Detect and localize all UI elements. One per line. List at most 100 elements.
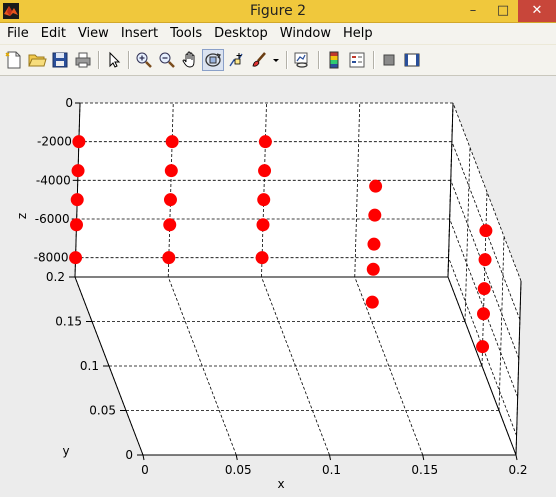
brush-button[interactable] — [249, 50, 269, 70]
hand-icon — [182, 51, 195, 68]
z-tick-label: -6000 — [35, 212, 70, 226]
data-point — [258, 135, 272, 149]
data-point — [365, 295, 379, 309]
link-plot-icon — [294, 52, 308, 68]
data-point — [257, 193, 271, 207]
data-cursor-icon — [229, 53, 243, 67]
toolbar-separator — [128, 51, 130, 69]
x-tick-mark — [515, 454, 518, 461]
zoom-out-icon — [159, 52, 175, 68]
data-point — [163, 193, 177, 207]
toolbar-separator — [98, 51, 100, 69]
data-point — [367, 237, 381, 251]
x-tick-mark — [142, 454, 145, 461]
zoom-in-icon — [136, 52, 152, 68]
pan-button[interactable] — [180, 50, 200, 70]
hide-tools-icon — [383, 54, 395, 66]
menu-file[interactable]: File — [0, 23, 35, 44]
minimize-icon[interactable]: – — [458, 0, 488, 22]
figure-canvas[interactable]: 0 0.05 0.1 0.15 0.2 0 0.05 0.1 0.15 0.2 -8000 -6000… — [0, 76, 556, 497]
hide-plot-tools-button[interactable] — [379, 50, 399, 70]
axes-back-panels — [75, 103, 521, 455]
z-tick-label: 0 — [65, 96, 73, 110]
toolbar-separator — [286, 51, 288, 69]
zoom-out-button[interactable] — [157, 50, 177, 70]
x-axis-label: x — [277, 477, 284, 491]
rotate-3d-button[interactable] — [202, 49, 224, 71]
menu-edit[interactable]: Edit — [35, 23, 72, 44]
menu-bar: File Edit View Insert Tools Desktop Wind… — [0, 23, 556, 44]
data-point — [162, 251, 176, 265]
z-axis-label: z — [15, 213, 29, 219]
data-point — [477, 282, 491, 296]
new-figure-button[interactable] — [4, 50, 24, 70]
plot-3d[interactable]: 0 0.05 0.1 0.15 0.2 0 0.05 0.1 0.15 0.2 -8000 -6000… — [0, 76, 556, 497]
data-point — [366, 262, 380, 276]
data-point — [369, 179, 383, 193]
data-point — [256, 218, 270, 232]
floppy-disk-icon — [52, 52, 68, 68]
toolbar-separator — [318, 51, 320, 69]
x-tick-label: 0.1 — [322, 463, 341, 477]
z-tick-label: -4000 — [36, 173, 71, 187]
x-tick-mark — [235, 454, 238, 461]
brush-icon — [252, 52, 266, 67]
insert-colorbar-button[interactable] — [324, 50, 344, 70]
data-point — [164, 164, 178, 178]
toolbar-separator — [373, 51, 375, 69]
printer-icon — [75, 52, 91, 68]
data-point — [72, 135, 86, 149]
data-point — [258, 164, 272, 178]
y-tick-label: 0.2 — [46, 270, 65, 284]
menu-help[interactable]: Help — [337, 23, 379, 44]
data-point — [477, 307, 490, 321]
y-tick-label: 0.15 — [55, 315, 82, 329]
y-axis-label: y — [62, 444, 69, 458]
data-cursor-button[interactable] — [226, 50, 246, 70]
x-tick-mark — [329, 454, 331, 461]
save-figure-button[interactable] — [50, 50, 70, 70]
menu-desktop[interactable]: Desktop — [208, 23, 274, 44]
insert-legend-button[interactable] — [347, 50, 367, 70]
data-point — [478, 253, 492, 267]
z-tick-label: -2000 — [37, 135, 72, 149]
show-tools-icon — [404, 53, 420, 67]
x-tick-label: 0 — [141, 463, 149, 477]
x-tick-mark — [422, 454, 425, 461]
menu-insert[interactable]: Insert — [115, 23, 164, 44]
x-tick-label: 0.15 — [411, 463, 438, 477]
title-bar[interactable]: Figure 2 – □ ✕ — [0, 0, 556, 23]
data-point — [71, 164, 85, 178]
link-plot-button[interactable] — [292, 50, 312, 70]
figure-toolbar — [0, 45, 556, 76]
x-tick-label: 0.05 — [225, 463, 252, 477]
menu-window[interactable]: Window — [274, 23, 337, 44]
folder-open-icon — [28, 54, 47, 67]
data-point — [163, 218, 177, 232]
show-plot-tools-button[interactable] — [402, 50, 422, 70]
data-point — [70, 193, 84, 207]
y-tick-label: 0.05 — [89, 404, 116, 418]
new-document-icon — [5, 51, 21, 69]
legend-icon — [349, 52, 365, 68]
maximize-icon[interactable]: □ — [488, 0, 518, 22]
menu-view[interactable]: View — [72, 23, 115, 44]
data-point — [479, 224, 493, 238]
open-file-button[interactable] — [27, 50, 47, 70]
brush-dropdown-button[interactable] — [270, 50, 282, 70]
close-icon[interactable]: ✕ — [518, 0, 556, 22]
zoom-in-button[interactable] — [134, 50, 154, 70]
rotate-3d-icon — [205, 53, 222, 67]
edit-plot-button[interactable] — [104, 50, 124, 70]
data-point — [476, 340, 490, 354]
z-tick-label: -8000 — [34, 251, 69, 265]
data-point — [165, 135, 179, 149]
menu-tools[interactable]: Tools — [164, 23, 208, 44]
data-point — [70, 218, 83, 232]
y-tick-label: 0 — [125, 448, 133, 462]
arrow-pointer-icon — [109, 51, 121, 68]
print-figure-button[interactable] — [73, 50, 93, 70]
colorbar-icon — [329, 51, 339, 69]
chevron-down-icon — [273, 59, 279, 62]
data-point — [69, 251, 83, 265]
